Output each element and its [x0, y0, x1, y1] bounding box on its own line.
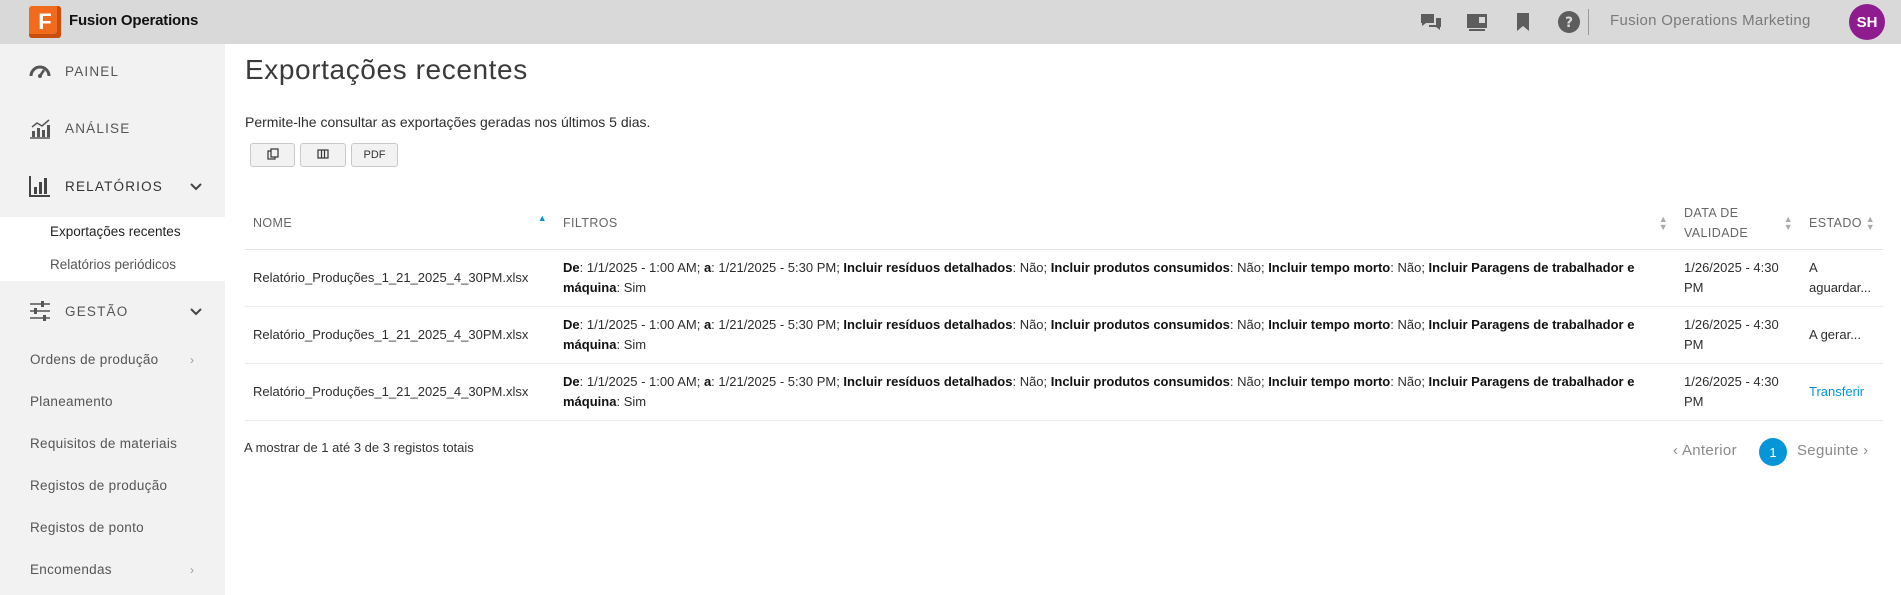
top-bar: F Fusion Operations ? Fusion Operations …	[0, 0, 1901, 44]
cell-name: Relatório_Produções_1_21_2025_4_30PM.xls…	[245, 249, 555, 307]
presentation-icon[interactable]	[1465, 10, 1489, 34]
columns-button[interactable]	[300, 143, 346, 167]
sidebar-item-painel[interactable]: PAINEL	[0, 51, 225, 91]
help-icon[interactable]: ?	[1557, 10, 1581, 34]
sidebar-item-gestao[interactable]: GESTÃO	[0, 291, 225, 331]
cell-name: Relatório_Produções_1_21_2025_4_30PM.xls…	[245, 306, 555, 364]
copy-icon	[266, 147, 279, 163]
sidebar-item-analise[interactable]: ANÁLISE	[0, 108, 225, 148]
pagination-previous[interactable]: ‹ Anterior	[1673, 442, 1737, 459]
sidebar-item-planning[interactable]: Planeamento	[30, 394, 113, 409]
cell-state: A gerar...	[1801, 306, 1883, 364]
column-header-filters[interactable]: FILTROS ▲ ▼	[555, 197, 1676, 250]
column-header-validity[interactable]: DATA DE VALIDADE ▲ ▼	[1676, 197, 1801, 250]
pagination-previous-label: Anterior	[1681, 442, 1737, 459]
reports-icon	[29, 175, 51, 197]
app-logo[interactable]: F	[29, 6, 61, 38]
header-divider	[1588, 9, 1589, 35]
settings-sliders-icon	[29, 300, 51, 322]
top-icons: ?	[1419, 10, 1581, 34]
cell-state: Transferir	[1801, 363, 1883, 421]
chevron-right-icon: ›	[190, 563, 194, 577]
analytics-icon	[29, 117, 51, 139]
sidebar-item-label: GESTÃO	[65, 303, 129, 319]
cell-validity: 1/26/2025 - 4:30 PM	[1676, 363, 1801, 421]
cell-filters: De: 1/1/2025 - 1:00 AM; a: 1/21/2025 - 5…	[555, 363, 1676, 421]
pagination-next[interactable]: Seguinte ›	[1797, 442, 1868, 459]
cell-validity: 1/26/2025 - 4:30 PM	[1676, 249, 1801, 307]
chevron-down-icon[interactable]	[189, 304, 203, 318]
app-title: Fusion Operations	[69, 12, 199, 29]
dashboard-icon	[29, 60, 51, 82]
reports-submenu: Exportações recentes Relatórios periódic…	[0, 217, 225, 281]
chevron-left-icon: ‹	[1673, 442, 1682, 459]
sort-icon: ▲ ▼	[1658, 214, 1668, 232]
table-row[interactable]: Relatório_Produções_1_21_2025_4_30PM.xls…	[245, 363, 1883, 421]
columns-icon	[317, 148, 329, 163]
sidebar-item-recent-exports[interactable]: Exportações recentes	[50, 224, 181, 239]
sort-icon: ▲ ▼	[1783, 214, 1793, 232]
sidebar-item-production-orders[interactable]: Ordens de produção	[30, 352, 158, 367]
table-header-row: NOME ▲ FILTROS ▲ ▼ DATA DE VALIDADE ▲ ▼ ES…	[245, 197, 1883, 250]
copy-button[interactable]	[250, 143, 295, 167]
sidebar-item-time-records[interactable]: Registos de ponto	[30, 520, 144, 535]
svg-text:?: ?	[1565, 15, 1573, 31]
exports-table: NOME ▲ FILTROS ▲ ▼ DATA DE VALIDADE ▲ ▼ ES…	[245, 197, 1883, 421]
chevron-right-icon: ›	[1858, 442, 1869, 459]
column-header-label: DATA DE VALIDADE	[1684, 205, 1749, 240]
cell-validity: 1/26/2025 - 4:30 PM	[1676, 306, 1801, 364]
column-header-label: NOME	[253, 215, 293, 230]
page-description: Permite-lhe consultar as exportações ger…	[245, 114, 651, 130]
sidebar-item-label: RELATÓRIOS	[65, 178, 164, 194]
sidebar-item-label: ANÁLISE	[65, 120, 131, 136]
cell-filters: De: 1/1/2025 - 1:00 AM; a: 1/21/2025 - 5…	[555, 249, 1676, 307]
chat-icon[interactable]	[1419, 10, 1443, 34]
cell-name: Relatório_Produções_1_21_2025_4_30PM.xls…	[245, 363, 555, 421]
column-header-label: FILTROS	[563, 215, 618, 230]
sidebar-item-periodic-reports[interactable]: Relatórios periódicos	[50, 257, 176, 272]
sidebar-item-production-records[interactable]: Registos de produção	[30, 478, 167, 493]
cell-state: A aguardar...	[1801, 249, 1883, 307]
column-header-label: ESTADO	[1809, 215, 1862, 230]
column-header-state[interactable]: ESTADO ▲ ▼	[1801, 197, 1883, 250]
records-info: A mostrar de 1 até 3 de 3 registos totai…	[244, 440, 474, 455]
pdf-button[interactable]: PDF	[351, 143, 398, 167]
sidebar: PAINEL ANÁLISE RELATÓRIOS Exportações re…	[0, 44, 225, 595]
table-row[interactable]: Relatório_Produções_1_21_2025_4_30PM.xls…	[245, 249, 1883, 307]
sidebar-item-orders[interactable]: Encomendas	[30, 562, 112, 577]
sort-icon: ▲ ▼	[1865, 214, 1875, 232]
pagination-next-label: Seguinte	[1797, 442, 1859, 459]
sort-asc-icon: ▲	[537, 213, 547, 223]
download-link[interactable]: Transferir	[1809, 384, 1864, 399]
sidebar-item-material-requirements[interactable]: Requisitos de materiais	[30, 436, 177, 451]
avatar[interactable]: SH	[1849, 4, 1885, 40]
sidebar-item-label: PAINEL	[65, 63, 120, 79]
table-row[interactable]: Relatório_Produções_1_21_2025_4_30PM.xls…	[245, 306, 1883, 364]
chevron-right-icon: ›	[190, 353, 194, 367]
pagination-page-1[interactable]: 1	[1759, 438, 1787, 466]
sidebar-item-relatorios[interactable]: RELATÓRIOS	[0, 166, 225, 206]
page-title: Exportações recentes	[245, 54, 528, 85]
cell-filters: De: 1/1/2025 - 1:00 AM; a: 1/21/2025 - 5…	[555, 306, 1676, 364]
chevron-down-icon[interactable]	[189, 179, 203, 193]
bookmark-icon[interactable]	[1511, 10, 1535, 34]
column-header-name[interactable]: NOME ▲	[245, 197, 555, 250]
tenant-name[interactable]: Fusion Operations Marketing	[1610, 12, 1811, 29]
